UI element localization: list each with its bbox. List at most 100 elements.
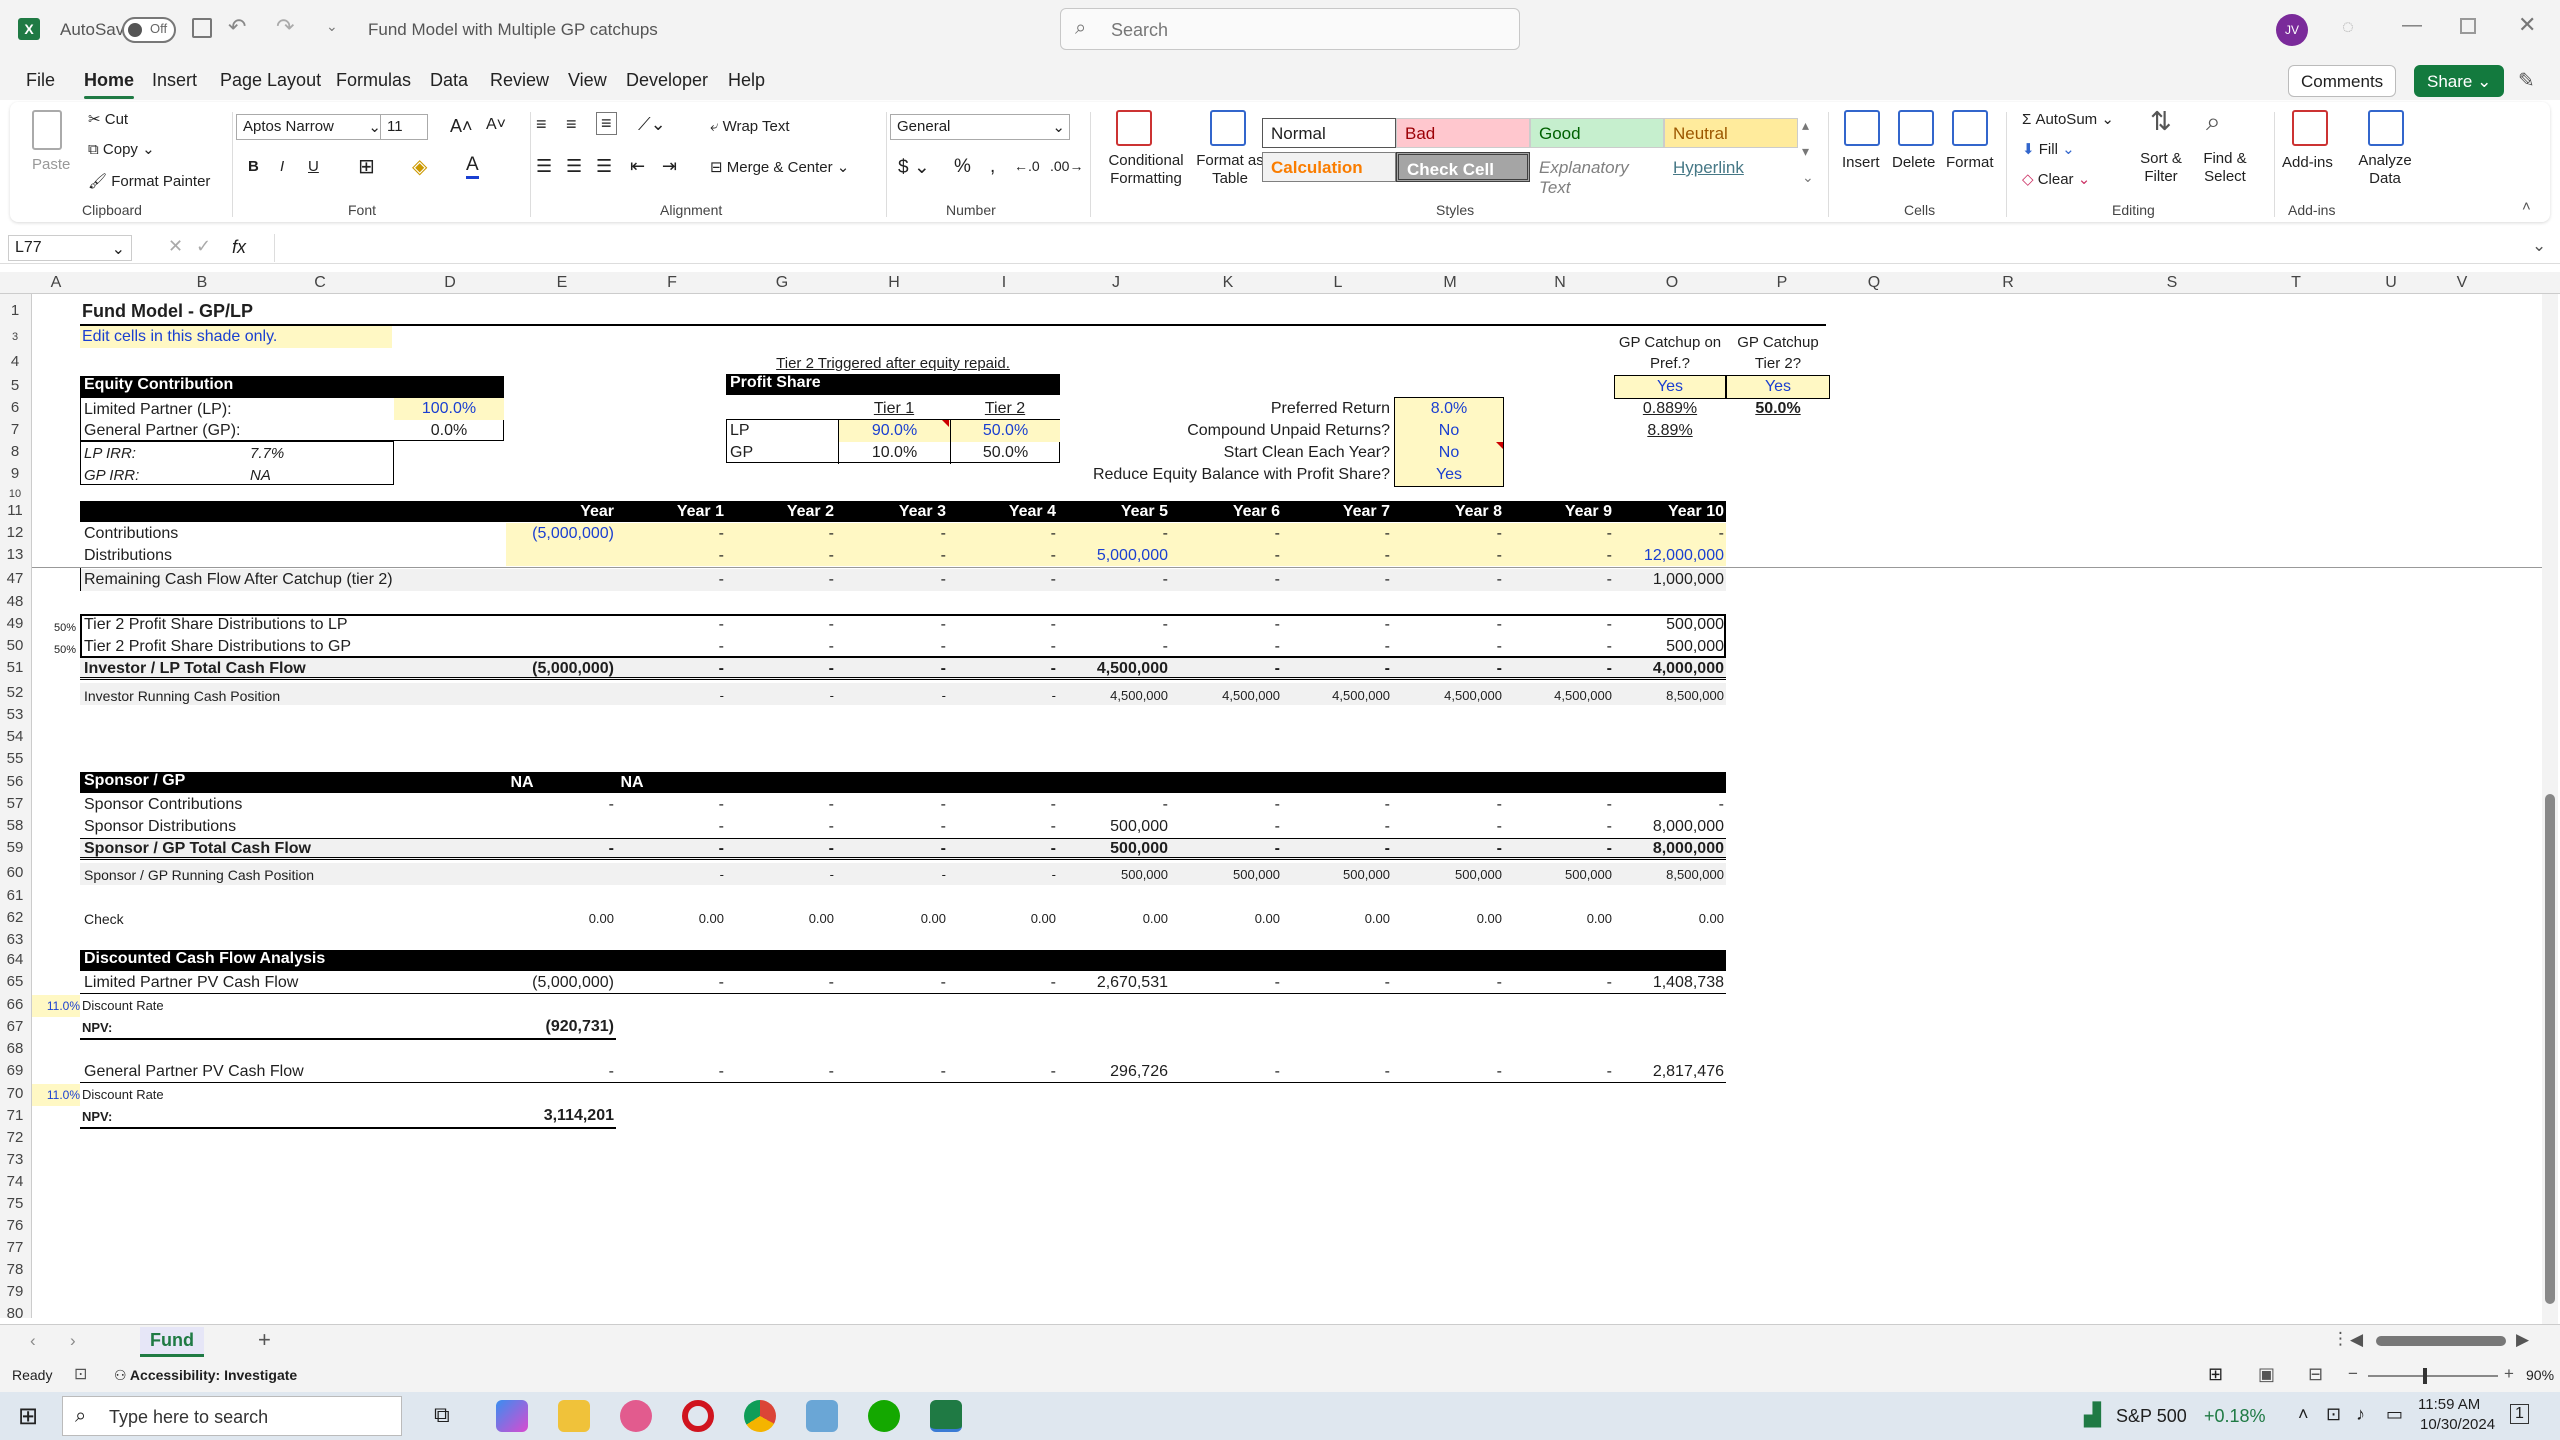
row-header[interactable]: 47 [0, 569, 30, 589]
comma-icon[interactable]: , [990, 156, 995, 178]
row-header[interactable]: 79 [0, 1282, 30, 1302]
row-header[interactable]: 75 [0, 1194, 30, 1214]
compound-value[interactable]: No [1395, 420, 1503, 442]
cell-t2lp[interactable]: - [838, 614, 946, 636]
font-shrink-icon[interactable]: A˅ [486, 116, 506, 134]
cell-lptotal[interactable]: - [616, 658, 724, 680]
cell-dist[interactable]: 12,000,000 [1616, 545, 1724, 567]
cell-sptotal[interactable]: - [506, 838, 614, 860]
cell-sptotal[interactable]: - [1504, 838, 1612, 860]
cell-sptotal[interactable]: 8,000,000 [1616, 838, 1724, 860]
style-normal[interactable]: Normal [1262, 118, 1396, 148]
t2lp-label[interactable]: Tier 2 Profit Share Distributions to LP [84, 614, 348, 636]
cell-sprunning[interactable]: - [616, 864, 724, 886]
cell-spcontrib[interactable]: - [1394, 794, 1502, 816]
excel-logo-icon[interactable]: X [18, 18, 40, 40]
cell-sptotal[interactable]: 500,000 [1060, 838, 1168, 860]
compound-label[interactable]: Compound Unpaid Returns? [1060, 420, 1390, 442]
collapse-ribbon-icon[interactable]: ˄ [2522, 198, 2531, 215]
insert-function-icon[interactable]: fx [232, 237, 246, 258]
sponsor-na1[interactable]: NA [466, 772, 578, 794]
format-as-table-button[interactable]: Format as Table [1192, 152, 1268, 188]
document-title[interactable]: Fund Model with Multiple GP catchups [368, 20, 658, 40]
cell-gppv[interactable]: - [838, 1061, 946, 1083]
menu-help[interactable]: Help [728, 70, 765, 91]
cell-running[interactable]: 4,500,000 [1504, 685, 1612, 707]
cell-gppv[interactable]: - [1282, 1061, 1390, 1083]
cell-sprunning[interactable]: 500,000 [1394, 864, 1502, 886]
column-header[interactable]: P [1726, 274, 1838, 292]
cell-spdist[interactable]: 500,000 [1060, 816, 1168, 838]
cell-lppv[interactable]: - [726, 972, 834, 994]
autosave-toggle[interactable]: Off [122, 17, 176, 43]
cell-check[interactable]: 0.00 [1394, 908, 1502, 930]
menu-review[interactable]: Review [490, 70, 549, 91]
cell-t2gp[interactable]: - [616, 636, 724, 658]
tier2-header[interactable]: Tier 2 [950, 398, 1060, 420]
cell-gppv[interactable]: - [726, 1061, 834, 1083]
gp-pv-label[interactable]: General Partner PV Cash Flow [84, 1061, 304, 1083]
cell-lppv[interactable]: - [948, 972, 1056, 994]
indent-increase-icon[interactable]: ⇥ [662, 156, 677, 177]
font-color-icon[interactable]: A [466, 154, 479, 179]
delete-cells-button[interactable]: Delete [1892, 154, 1935, 171]
currency-icon[interactable]: $ ⌄ [898, 156, 930, 179]
style-hyperlink[interactable]: Hyperlink [1664, 152, 1798, 182]
cell-sprunning[interactable]: 500,000 [1060, 864, 1168, 886]
style-check-cell[interactable]: Check Cell [1396, 152, 1530, 182]
cell-sptotal[interactable]: - [616, 838, 724, 860]
column-header[interactable]: F [616, 274, 728, 292]
row-header[interactable]: 74 [0, 1172, 30, 1192]
cell-spcontrib[interactable]: - [726, 794, 834, 816]
menu-home[interactable]: Home [84, 70, 135, 99]
cell-remaining[interactable]: - [1060, 569, 1168, 591]
column-header[interactable]: I [948, 274, 1060, 292]
ps-lp-label[interactable]: LP [730, 420, 750, 442]
cell-spdist[interactable]: - [726, 816, 834, 838]
row-header[interactable]: 57 [0, 794, 30, 814]
cell-remaining[interactable]: - [726, 569, 834, 591]
cell-sptotal[interactable]: - [1172, 838, 1280, 860]
volume-icon[interactable]: ♪ [2356, 1404, 2365, 1425]
lp-irr-value[interactable]: 7.7% [250, 443, 284, 465]
percent-icon[interactable]: % [954, 156, 971, 178]
year-header[interactable]: Year 2 [726, 501, 834, 523]
cell-gppv[interactable]: - [948, 1061, 1056, 1083]
cell-check[interactable]: 0.00 [1616, 908, 1724, 930]
sponsor-header[interactable]: Sponsor / GP [80, 772, 1726, 793]
menu-page-layout[interactable]: Page Layout [220, 70, 321, 91]
find-select-icon[interactable]: ⌕ [2206, 106, 2221, 138]
column-header[interactable]: E [506, 274, 618, 292]
cell-gppv[interactable]: - [1504, 1061, 1612, 1083]
start-icon[interactable]: ⊞ [18, 1402, 38, 1431]
catchup-pref-value[interactable]: Yes [1614, 375, 1726, 399]
cut-button[interactable]: ✂ Cut [88, 110, 128, 128]
cell-spcontrib[interactable]: - [1504, 794, 1612, 816]
cell-spcontrib[interactable]: - [1172, 794, 1280, 816]
row-header[interactable]: 64 [0, 950, 30, 970]
edit-note[interactable]: Edit cells in this shade only. [80, 326, 392, 348]
expand-formula-icon[interactable]: ⌄ [2532, 236, 2546, 256]
start-clean-value[interactable]: No [1395, 442, 1503, 464]
cell-spcontrib[interactable]: - [616, 794, 724, 816]
row-header[interactable]: 76 [0, 1216, 30, 1236]
cell-spdist[interactable]: - [1394, 816, 1502, 838]
row-header[interactable]: 50 [0, 636, 30, 656]
cell-dist[interactable]: - [1172, 545, 1280, 567]
pref-return-value[interactable]: 8.0% [1395, 398, 1503, 420]
cell-contrib[interactable]: - [838, 523, 946, 545]
menu-insert[interactable]: Insert [152, 70, 197, 91]
underline-button[interactable]: U [308, 158, 319, 175]
accessibility-status[interactable]: ⚇ Accessibility: Investigate [114, 1367, 297, 1384]
cell-lppv[interactable]: - [1394, 972, 1502, 994]
sponsor-contrib-label[interactable]: Sponsor Contributions [84, 794, 242, 816]
insert-cells-icon[interactable] [1844, 110, 1880, 146]
comments-button[interactable]: Comments [2288, 65, 2397, 97]
column-header[interactable]: R [1912, 274, 2104, 292]
cell-sprunning[interactable]: 8,500,000 [1616, 864, 1724, 886]
column-header[interactable]: G [726, 274, 838, 292]
page-layout-view-icon[interactable]: ▣ [2258, 1364, 2275, 1385]
cell-t2gp[interactable]: - [1060, 636, 1168, 658]
cell-spcontrib[interactable]: - [1060, 794, 1168, 816]
style-good[interactable]: Good [1530, 118, 1664, 148]
